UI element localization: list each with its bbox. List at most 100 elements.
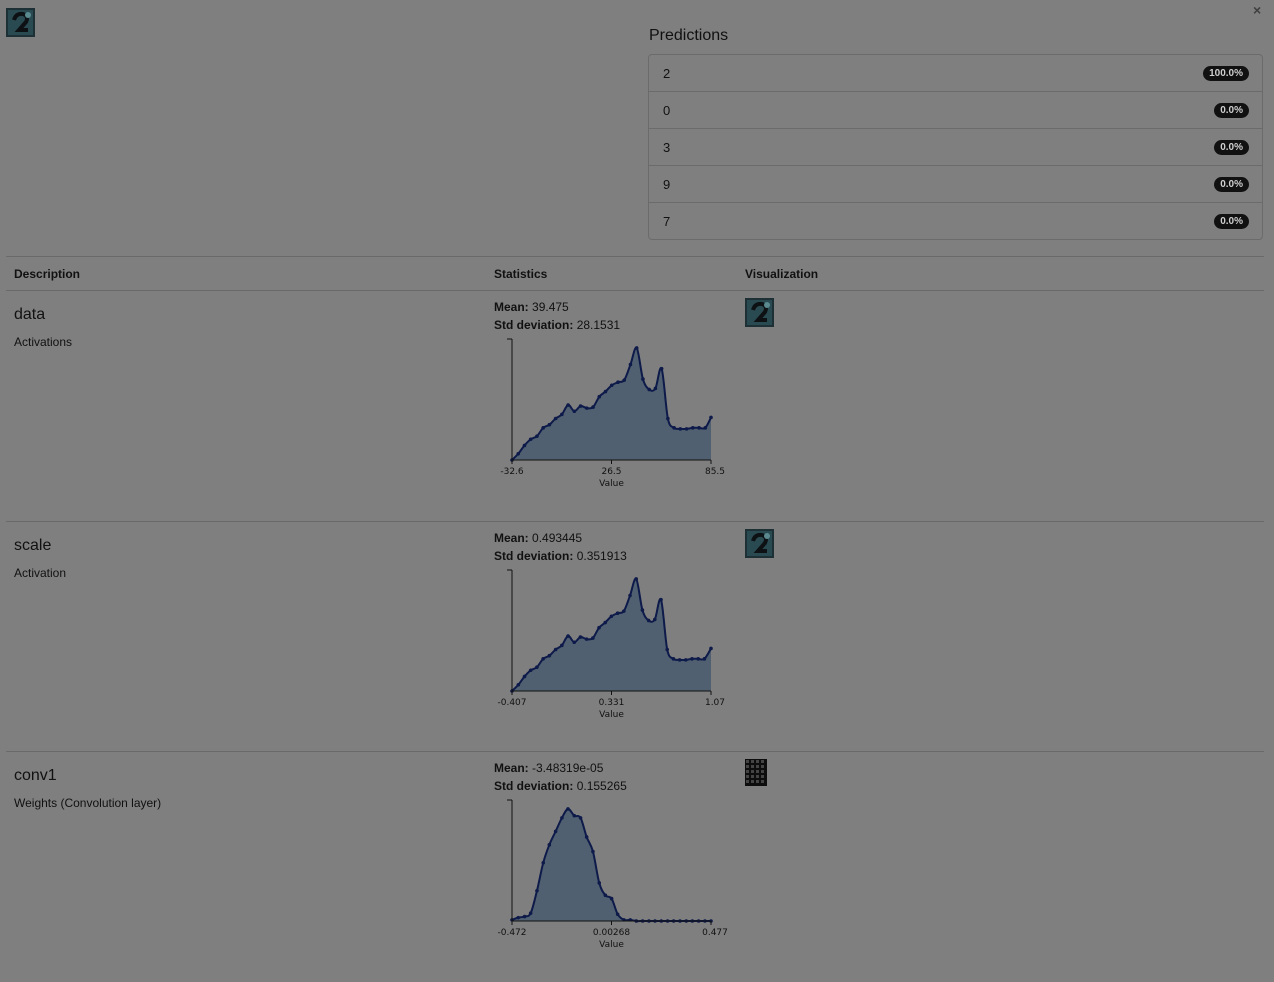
histogram-point [547, 653, 552, 658]
header-visualization: Visualization [745, 267, 819, 281]
histogram-point [553, 647, 558, 652]
histogram-point [528, 668, 533, 673]
histogram-point [547, 422, 552, 427]
histogram-chart: -0.472 0.00268 0.477Value [497, 799, 728, 950]
histogram-point [541, 860, 546, 865]
histogram-point [615, 611, 620, 615]
histogram-point [684, 427, 689, 431]
activation-image [745, 298, 774, 327]
histogram-point [640, 608, 645, 612]
histogram-point [609, 383, 614, 388]
histogram-point [591, 405, 595, 409]
prediction-badge: 100.0% [1203, 66, 1249, 81]
histogram-point [653, 386, 658, 391]
prediction-label: 0 [663, 103, 671, 118]
mean-label: Mean: [494, 300, 529, 314]
x-tick-label: -0.472 [497, 928, 526, 938]
histogram-point [691, 426, 695, 430]
histogram-point [522, 674, 527, 679]
prediction-label: 2 [663, 66, 671, 81]
x-tick-label: 0.00268 [593, 928, 630, 938]
histogram-point [516, 451, 521, 456]
mean-value: 0.493445 [532, 531, 583, 545]
layer-type: Weights (Convolution layer) [14, 796, 162, 810]
histogram-point [677, 658, 682, 662]
input-image-thumbnail [6, 8, 35, 37]
histogram-point [597, 394, 602, 399]
histogram-point [647, 387, 651, 392]
histogram-point [628, 362, 633, 367]
prediction-label: 7 [663, 214, 671, 229]
histogram-point [622, 378, 627, 382]
std-stat: Std deviation: 0.155265 [494, 779, 627, 793]
prediction-label: 3 [663, 140, 671, 155]
header-statistics: Statistics [494, 267, 548, 281]
predictions-list: 2 100.0% 0 0.0% 3 0.0% 9 0.0% 7 0.0% [648, 54, 1263, 240]
histogram-point [522, 914, 527, 919]
histogram-point [696, 657, 701, 661]
histogram-area [512, 347, 711, 460]
histogram-point [541, 657, 545, 661]
close-button[interactable]: × [1253, 2, 1261, 18]
histogram-point [690, 657, 694, 661]
histogram-point [703, 426, 708, 430]
std-label: Std deviation: [494, 318, 574, 332]
layer-row: scale Activation Mean: 0.493445 Std devi… [0, 521, 1274, 752]
histogram-point [535, 665, 539, 669]
layer-name: conv1 [14, 767, 57, 784]
layer-type: Activation [14, 566, 67, 580]
layer-row: conv1 Weights (Convolution layer) Mean: … [0, 751, 1274, 982]
histogram-point [666, 416, 670, 421]
prediction-badge: 0.0% [1214, 177, 1249, 192]
prediction-badge: 0.0% [1214, 140, 1249, 155]
histogram-point [665, 647, 670, 652]
prediction-row: 2 100.0% [649, 55, 1262, 91]
histogram-point [591, 849, 595, 854]
histogram-point [641, 377, 645, 381]
mean-label: Mean: [494, 761, 529, 775]
histogram-point [684, 658, 688, 662]
histogram-point [516, 682, 521, 687]
histogram-point [603, 389, 608, 394]
histogram-point [597, 625, 601, 630]
activation-image [745, 529, 774, 558]
histogram-point [528, 437, 533, 442]
histogram-chart: -32.6 26.5 85.5 Value [500, 338, 725, 489]
histogram-point [584, 835, 589, 839]
mean-label: Mean: [494, 531, 529, 545]
histogram-point [659, 366, 664, 371]
std-label: Std deviation: [494, 549, 574, 563]
histogram-point [585, 406, 589, 410]
prediction-badge: 0.0% [1214, 214, 1249, 229]
weights-grid-image [745, 759, 767, 786]
histogram-point [584, 637, 589, 641]
histogram-point [572, 409, 577, 414]
histogram-point [591, 636, 595, 640]
histogram-point [709, 415, 713, 420]
histogram-point [628, 593, 632, 598]
histogram-point [672, 426, 676, 430]
histogram-point [566, 403, 570, 407]
predictions-title: Predictions [649, 27, 729, 44]
x-axis-label: Value [599, 479, 624, 489]
x-tick-label: 85.5 [705, 467, 725, 477]
histogram-point [646, 618, 651, 623]
layer-row: data Activations Mean: 39.475 Std deviat… [0, 290, 1274, 521]
histogram-point [560, 412, 564, 417]
prediction-row: 0 0.0% [649, 91, 1262, 128]
x-tick-label: -0.407 [497, 698, 526, 708]
std-value: 28.1531 [576, 318, 621, 332]
mean-stat: Mean: -3.48319e-05 [494, 761, 603, 775]
histogram-point [678, 427, 683, 431]
histogram-point [609, 896, 614, 901]
x-tick-label: 0.331 [599, 698, 625, 708]
histogram-point [603, 620, 608, 625]
histogram-point [578, 816, 583, 820]
std-value: 0.351913 [576, 549, 627, 563]
prediction-row: 3 0.0% [649, 128, 1262, 165]
std-label: Std deviation: [494, 779, 574, 793]
divider [6, 256, 1264, 257]
histogram-point [535, 434, 539, 438]
histogram-point [671, 657, 676, 661]
histogram-point [566, 807, 570, 811]
